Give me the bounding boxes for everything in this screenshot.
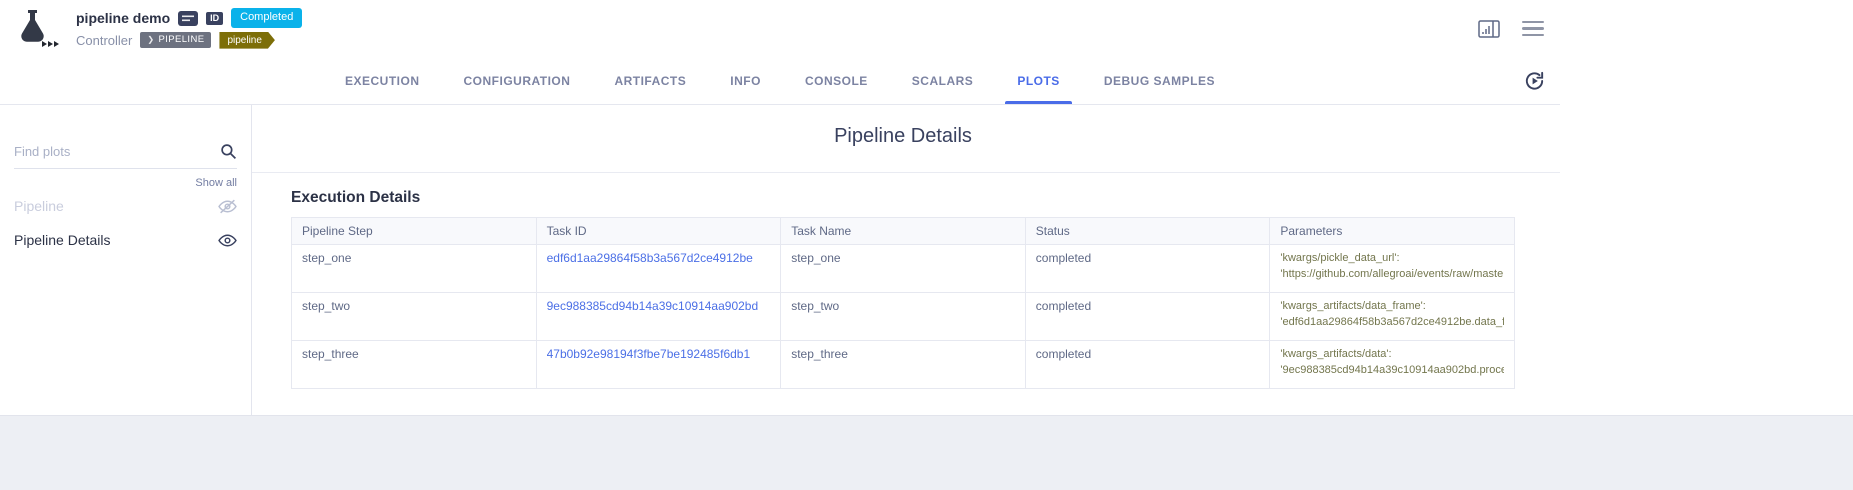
auto-refresh-icon[interactable] — [1523, 69, 1546, 92]
id-badge[interactable]: ID — [206, 12, 223, 25]
tab-configuration[interactable]: CONFIGURATION — [442, 57, 593, 104]
content-area: Show all Pipeline Pipeline Details — [0, 105, 1560, 415]
cell-step: step_two — [292, 293, 537, 341]
col-task-name: Task Name — [781, 218, 1026, 245]
search-row — [14, 143, 237, 169]
details-panel-icon[interactable] — [1478, 20, 1500, 38]
plot-panel: Pipeline Details Execution Details Pipel… — [252, 105, 1560, 415]
tab-scalars[interactable]: SCALARS — [890, 57, 996, 104]
page-background — [0, 415, 1853, 490]
col-pipeline-step: Pipeline Step — [292, 218, 537, 245]
subtitle-row: Controller ❯ PIPELINE pipeline — [76, 32, 302, 49]
plots-sidebar: Show all Pipeline Pipeline Details — [0, 105, 252, 415]
param-line: 'kwargs_artifacts/data_frame': — [1280, 299, 1504, 315]
col-parameters: Parameters — [1270, 218, 1515, 245]
param-line: 'kwargs/pickle_data_url': — [1280, 251, 1504, 267]
find-plots-input[interactable] — [14, 144, 220, 159]
cell-task-name: step_one — [781, 245, 1026, 293]
tab-bar: EXECUTION CONFIGURATION ARTIFACTS INFO C… — [0, 57, 1560, 105]
cell-status: completed — [1025, 293, 1270, 341]
param-line: 'kwargs_artifacts/data': — [1280, 347, 1504, 363]
header-right — [1478, 20, 1544, 38]
tab-plots[interactable]: PLOTS — [995, 57, 1082, 104]
tab-debug-samples[interactable]: DEBUG SAMPLES — [1082, 57, 1237, 104]
show-all-link[interactable]: Show all — [14, 177, 237, 189]
app: pipeline demo ID Completed Controller ❯ … — [0, 0, 1560, 415]
cell-parameters: 'kwargs_artifacts/data': '9ec988385cd94b… — [1270, 341, 1515, 389]
tab-console[interactable]: CONSOLE — [783, 57, 890, 104]
pipeline-tag: pipeline — [219, 32, 274, 49]
execution-details-table: Pipeline Step Task ID Task Name Status P… — [291, 217, 1515, 389]
table-row: step_one edf6d1aa29864f58b3a567d2ce4912b… — [292, 245, 1515, 293]
cell-parameters: 'kwargs_artifacts/data_frame': 'edf6d1aa… — [1270, 293, 1515, 341]
search-icon — [220, 143, 237, 160]
clearml-logo-icon — [16, 8, 64, 50]
caret-icon: ❯ — [147, 36, 154, 45]
project-tag: ❯ PIPELINE — [140, 32, 211, 47]
header-titles: pipeline demo ID Completed Controller ❯ … — [76, 8, 302, 48]
cell-status: completed — [1025, 245, 1270, 293]
table-header-row: Pipeline Step Task ID Task Name Status P… — [292, 218, 1515, 245]
menu-icon[interactable] — [1522, 21, 1544, 37]
execution-details-section: Execution Details Pipeline Step Task ID … — [291, 189, 1515, 389]
project-tag-label: PIPELINE — [158, 35, 204, 45]
sidebar-item-pipeline[interactable]: Pipeline — [14, 189, 237, 223]
param-line: '9ec988385cd94b14a39c10914aa902bd.proces… — [1280, 363, 1504, 379]
tab-info[interactable]: INFO — [708, 57, 783, 104]
controller-label: Controller — [76, 33, 132, 48]
cell-task-name: step_three — [781, 341, 1026, 389]
sidebar-item-pipeline-details[interactable]: Pipeline Details — [14, 223, 237, 257]
console-output-icon[interactable] — [178, 11, 198, 26]
tab-artifacts[interactable]: ARTIFACTS — [592, 57, 708, 104]
status-badge: Completed — [231, 8, 302, 27]
table-row: step_two 9ec988385cd94b14a39c10914aa902b… — [292, 293, 1515, 341]
cell-parameters: 'kwargs/pickle_data_url': 'https://githu… — [1270, 245, 1515, 293]
header-left: pipeline demo ID Completed Controller ❯ … — [16, 8, 302, 50]
col-status: Status — [1025, 218, 1270, 245]
plot-title: Pipeline Details — [291, 125, 1515, 148]
eye-off-icon[interactable] — [218, 199, 237, 214]
sidebar-item-label: Pipeline — [14, 198, 64, 214]
eye-icon[interactable] — [218, 233, 237, 248]
task-id-link[interactable]: edf6d1aa29864f58b3a567d2ce4912be — [547, 251, 771, 265]
pipeline-title: pipeline demo — [76, 10, 170, 26]
table-row: step_three 47b0b92e98194f3fbe7be192485f6… — [292, 341, 1515, 389]
cell-step: step_one — [292, 245, 537, 293]
divider — [252, 172, 1560, 173]
top-header: pipeline demo ID Completed Controller ❯ … — [0, 0, 1560, 57]
tab-execution[interactable]: EXECUTION — [323, 57, 442, 104]
cell-step: step_three — [292, 341, 537, 389]
cell-task-name: step_two — [781, 293, 1026, 341]
param-line: 'https://github.com/allegroai/events/raw… — [1280, 267, 1504, 283]
title-row: pipeline demo ID Completed — [76, 8, 302, 27]
section-title: Execution Details — [291, 189, 1515, 207]
col-task-id: Task ID — [536, 218, 781, 245]
task-id-link[interactable]: 47b0b92e98194f3fbe7be192485f6db1 — [547, 347, 771, 361]
task-id-link[interactable]: 9ec988385cd94b14a39c10914aa902bd — [547, 299, 771, 313]
param-line: 'edf6d1aa29864f58b3a567d2ce4912be.data_f… — [1280, 315, 1504, 331]
sidebar-item-label: Pipeline Details — [14, 232, 111, 248]
cell-status: completed — [1025, 341, 1270, 389]
